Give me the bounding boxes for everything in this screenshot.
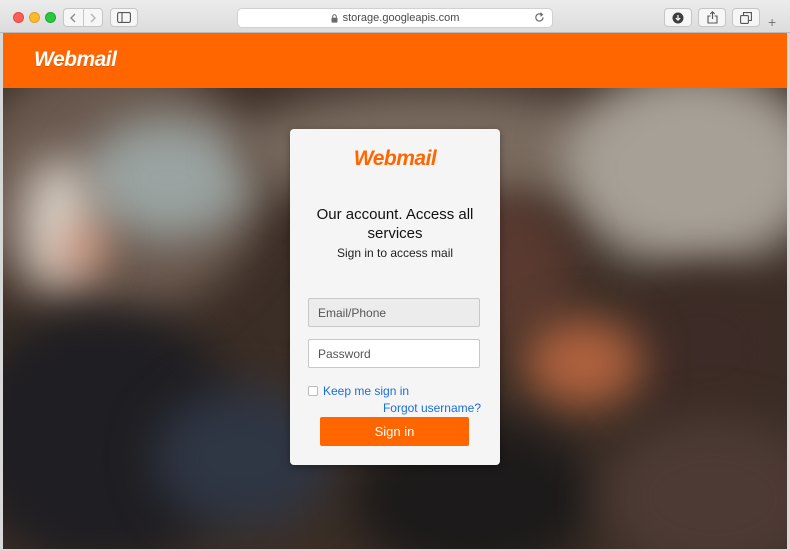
- sidebar-button[interactable]: [110, 8, 138, 27]
- download-icon: [672, 12, 684, 23]
- back-chevron-icon: [70, 13, 76, 22]
- forgot-username-link[interactable]: Forgot username?: [383, 401, 481, 415]
- address-bar[interactable]: storage.googleapis.com: [237, 8, 553, 28]
- navigation-buttons: [63, 8, 103, 27]
- email-field[interactable]: [308, 298, 480, 327]
- sidebar-icon: [117, 12, 131, 23]
- login-card: Webmail Our account. Access all services…: [290, 129, 500, 465]
- zoom-window-button[interactable]: [45, 12, 56, 23]
- minimize-window-button[interactable]: [29, 12, 40, 23]
- login-subtitle: Sign in to access mail: [336, 246, 454, 260]
- browser-toolbar: storage.googleapis.com +: [0, 0, 790, 33]
- forward-button[interactable]: [84, 9, 103, 26]
- password-field[interactable]: [308, 339, 480, 368]
- tabs-overview-button[interactable]: [732, 8, 760, 27]
- tabs-icon: [740, 11, 752, 24]
- close-window-button[interactable]: [13, 12, 24, 23]
- sign-in-button[interactable]: Sign in: [320, 417, 469, 446]
- header-logo: Webmail: [34, 48, 117, 71]
- downloads-button[interactable]: [664, 8, 692, 27]
- remember-checkbox[interactable]: [308, 386, 318, 396]
- back-button[interactable]: [64, 9, 84, 26]
- share-button[interactable]: [698, 8, 726, 27]
- remember-me[interactable]: Keep me sign in: [308, 384, 409, 398]
- remember-label[interactable]: Keep me sign in: [323, 384, 409, 398]
- lock-icon: [331, 13, 338, 23]
- forward-chevron-icon: [90, 13, 96, 22]
- reload-icon[interactable]: [534, 12, 545, 23]
- card-logo: Webmail: [353, 147, 437, 170]
- new-tab-plus-icon[interactable]: +: [768, 14, 776, 30]
- login-title: Our account. Access all services: [316, 206, 474, 242]
- share-icon: [706, 11, 718, 24]
- site-header: Webmail: [3, 33, 787, 88]
- url-text: storage.googleapis.com: [342, 12, 460, 24]
